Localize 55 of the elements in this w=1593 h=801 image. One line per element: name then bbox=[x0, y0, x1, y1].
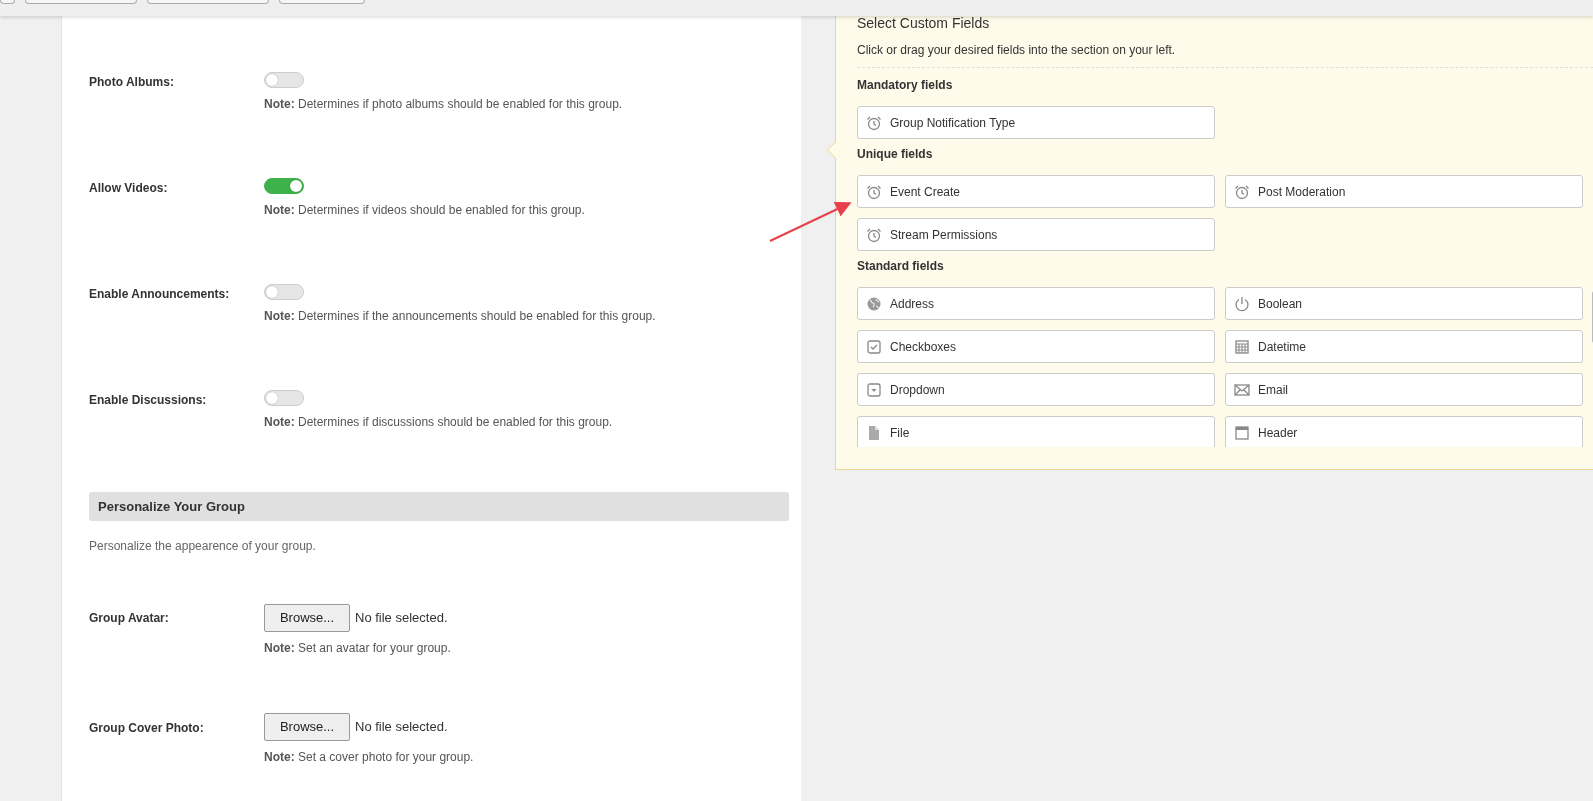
setting-label: Photo Albums: bbox=[89, 74, 175, 91]
field-item[interactable]: Datetime bbox=[1225, 330, 1583, 363]
group-title: Mandatory fields bbox=[857, 78, 954, 92]
section-header: Personalize Your Group bbox=[89, 492, 789, 521]
file-status: No file selected. bbox=[355, 718, 448, 736]
alarm-clock-icon bbox=[866, 183, 882, 200]
group-title: Standard fields bbox=[857, 259, 945, 273]
setting-label: Enable Announcements: bbox=[89, 286, 231, 303]
toggle-switch[interactable] bbox=[264, 72, 304, 88]
field-item[interactable]: Group Notification Type bbox=[857, 106, 1215, 139]
field-item[interactable]: Post Moderation bbox=[1225, 175, 1583, 208]
toggle-switch[interactable] bbox=[264, 284, 304, 300]
field-item[interactable]: Event Create bbox=[857, 175, 1215, 208]
note-text: Note: Set an avatar for your group. bbox=[264, 640, 451, 656]
field-item[interactable]: File bbox=[857, 416, 1215, 447]
panel-title: Select Custom Fields bbox=[857, 15, 991, 31]
field-item[interactable]: Email bbox=[1225, 373, 1583, 406]
toolbar-button[interactable] bbox=[0, 0, 15, 4]
group-title: Unique fields bbox=[857, 147, 934, 161]
header-icon bbox=[1234, 424, 1250, 441]
panel-description: Click or drag your desired fields into the section on your left. bbox=[857, 43, 1177, 57]
field-item[interactable]: Stream Permissions bbox=[857, 218, 1215, 251]
browse-button[interactable]: Browse... bbox=[264, 604, 350, 632]
alarm-clock-icon bbox=[1234, 183, 1250, 200]
field-item[interactable]: Header bbox=[1225, 416, 1583, 447]
file-status: No file selected. bbox=[355, 609, 448, 627]
envelope-icon bbox=[1234, 381, 1250, 398]
alarm-clock-icon bbox=[866, 114, 882, 131]
note-text: Note: Determines if photo albums should be enabled for this group. bbox=[264, 96, 623, 112]
setting-label: Enable Discussions: bbox=[89, 392, 208, 409]
toolbar-button[interactable] bbox=[25, 0, 137, 4]
field-item[interactable]: Checkboxes bbox=[857, 330, 1215, 363]
dropdown-icon bbox=[866, 381, 882, 398]
browse-button[interactable]: Browse... bbox=[264, 713, 350, 741]
checkbox-icon bbox=[866, 338, 882, 355]
field-item[interactable]: Boolean bbox=[1225, 287, 1583, 320]
note-text: Note: Determines if discussions should be enabled for this group. bbox=[264, 414, 613, 430]
toolbar-button[interactable] bbox=[279, 0, 365, 4]
upload-label: Group Avatar: bbox=[89, 610, 170, 627]
file-icon bbox=[866, 424, 882, 441]
toolbar-button[interactable] bbox=[147, 0, 269, 4]
setting-label: Allow Videos: bbox=[89, 180, 169, 197]
section-description: Personalize the appearence of your group. bbox=[89, 538, 317, 554]
field-item[interactable]: Address bbox=[857, 287, 1215, 320]
toggle-switch[interactable] bbox=[264, 178, 304, 194]
calendar-icon bbox=[1234, 338, 1250, 355]
note-text: Note: Determines if videos should be enabled for this group. bbox=[264, 202, 585, 218]
globe-icon bbox=[866, 295, 882, 312]
alarm-clock-icon bbox=[866, 226, 882, 243]
toggle-switch[interactable] bbox=[264, 390, 304, 406]
upload-label: Group Cover Photo: bbox=[89, 720, 205, 737]
note-text: Note: Determines if the announcements should be enabled for this group. bbox=[264, 308, 656, 324]
note-text: Note: Set a cover photo for your group. bbox=[264, 749, 474, 765]
field-item[interactable]: Dropdown bbox=[857, 373, 1215, 406]
power-icon bbox=[1234, 295, 1250, 312]
